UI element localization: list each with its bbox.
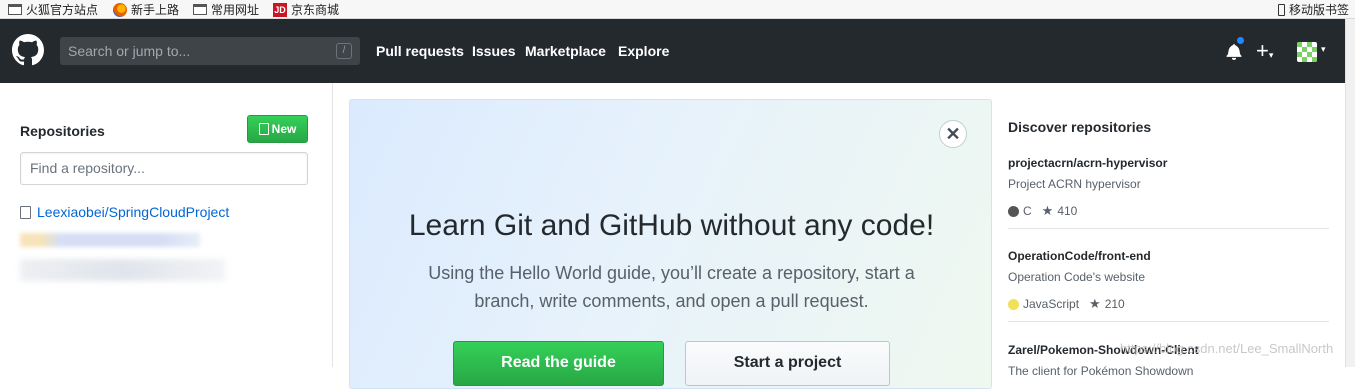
bookmark-label: 火狐官方站点 [26, 3, 99, 17]
repo-stars[interactable]: 410 [1057, 204, 1077, 218]
nav-explore[interactable]: Explore [618, 43, 669, 59]
blurred-repo-item [20, 233, 200, 247]
hero-title: Learn Git and GitHub without any code! [408, 209, 935, 242]
chevron-down-icon: ▾ [1268, 50, 1274, 60]
nav-issues[interactable]: Issues [472, 43, 516, 59]
language-color-dot [1008, 205, 1019, 217]
repositories-sidebar: Repositories New Find a repository... Le… [0, 83, 333, 367]
read-guide-button[interactable]: Read the guide [453, 341, 664, 386]
discover-repo-meta: C ★ 410 [1008, 203, 1329, 219]
folder-icon [8, 4, 22, 15]
repo-book-icon [258, 123, 269, 135]
discover-repo-description: Operation Code's website [1008, 270, 1146, 284]
star-icon[interactable]: ★ [1042, 203, 1054, 219]
learn-git-card: ✕ Learn Git and GitHub without any code!… [349, 99, 992, 389]
plus-glyph: + [1256, 38, 1269, 63]
bell-icon[interactable] [1226, 43, 1242, 60]
star-icon[interactable]: ★ [1089, 296, 1101, 312]
close-icon[interactable]: ✕ [939, 120, 967, 148]
repo-stars[interactable]: 210 [1105, 297, 1125, 311]
mobile-bookmarks[interactable]: 移动版书签 [1278, 1, 1349, 18]
bookmark-item[interactable]: JD 京东商城 [273, 1, 339, 18]
bookmark-item[interactable]: 常用网址 [193, 1, 259, 18]
repo-link[interactable]: Leexiaobei/SpringCloudProject [37, 204, 229, 220]
folder-icon [193, 4, 207, 15]
bookmarks-bar: 火狐官方站点 新手上路 常用网址 JD 京东商城 移动版书签 [0, 0, 1355, 19]
bookmark-label: 常用网址 [211, 3, 260, 17]
new-repository-button[interactable]: New [247, 115, 308, 143]
hero-description: Using the Hello World guide, you’ll crea… [428, 263, 915, 311]
repo-icon [20, 205, 31, 219]
repo-language: JavaScript [1023, 297, 1080, 311]
discover-repo-meta: JavaScript ★ 210 [1008, 296, 1329, 312]
repo-list-item[interactable]: Leexiaobei/SpringCloudProject [20, 204, 229, 220]
bookmark-label: 新手上路 [131, 3, 180, 17]
notification-dot [1236, 36, 1245, 45]
jd-icon: JD [273, 2, 287, 17]
slash-shortcut-icon: / [336, 43, 352, 59]
start-project-button[interactable]: Start a project [685, 341, 890, 386]
new-button-label: New [271, 122, 297, 136]
bookmark-item[interactable]: 火狐官方站点 [8, 1, 98, 18]
discover-title: Discover repositories [1008, 119, 1152, 135]
mobile-bookmarks-label: 移动版书签 [1289, 3, 1350, 17]
site-header: Search or jump to... / Pull requests Iss… [0, 19, 1345, 83]
repository-filter-input[interactable]: Find a repository... [20, 152, 308, 185]
bookmark-label: 京东商城 [291, 3, 340, 17]
search-input[interactable]: Search or jump to... / [60, 37, 360, 65]
nav-pull-requests[interactable]: Pull requests [376, 43, 464, 59]
avatar[interactable] [1297, 42, 1317, 62]
phone-icon [1278, 3, 1285, 16]
nav-marketplace[interactable]: Marketplace [525, 43, 606, 59]
bookmark-item[interactable]: 新手上路 [113, 1, 179, 18]
discover-item: OperationCode/front-end Operation Code's… [1008, 249, 1329, 312]
github-logo-icon[interactable] [12, 34, 44, 66]
discover-item: projectacrn/acrn-hypervisor Project ACRN… [1008, 156, 1329, 219]
scrollbar[interactable] [1345, 19, 1355, 367]
repo-language: C [1023, 204, 1032, 218]
watermark: https://blog.csdn.net/Lee_SmallNorth [1120, 341, 1334, 356]
discover-repo-link[interactable]: OperationCode/front-end [1008, 249, 1329, 263]
chevron-down-icon[interactable]: ▾ [1321, 44, 1326, 55]
search-placeholder: Search or jump to... [68, 43, 191, 59]
discover-repo-description: The client for Pokémon Showdown [1008, 364, 1194, 378]
divider [1008, 228, 1329, 229]
language-color-dot [1008, 298, 1019, 310]
repositories-title: Repositories [20, 123, 105, 139]
blurred-repo-item [20, 259, 225, 281]
firefox-icon [113, 2, 127, 17]
divider [1008, 321, 1329, 322]
create-new-icon[interactable]: +▾ [1256, 38, 1273, 64]
discover-repo-description: Project ACRN hypervisor [1008, 177, 1141, 191]
discover-repo-link[interactable]: projectacrn/acrn-hypervisor [1008, 156, 1329, 170]
